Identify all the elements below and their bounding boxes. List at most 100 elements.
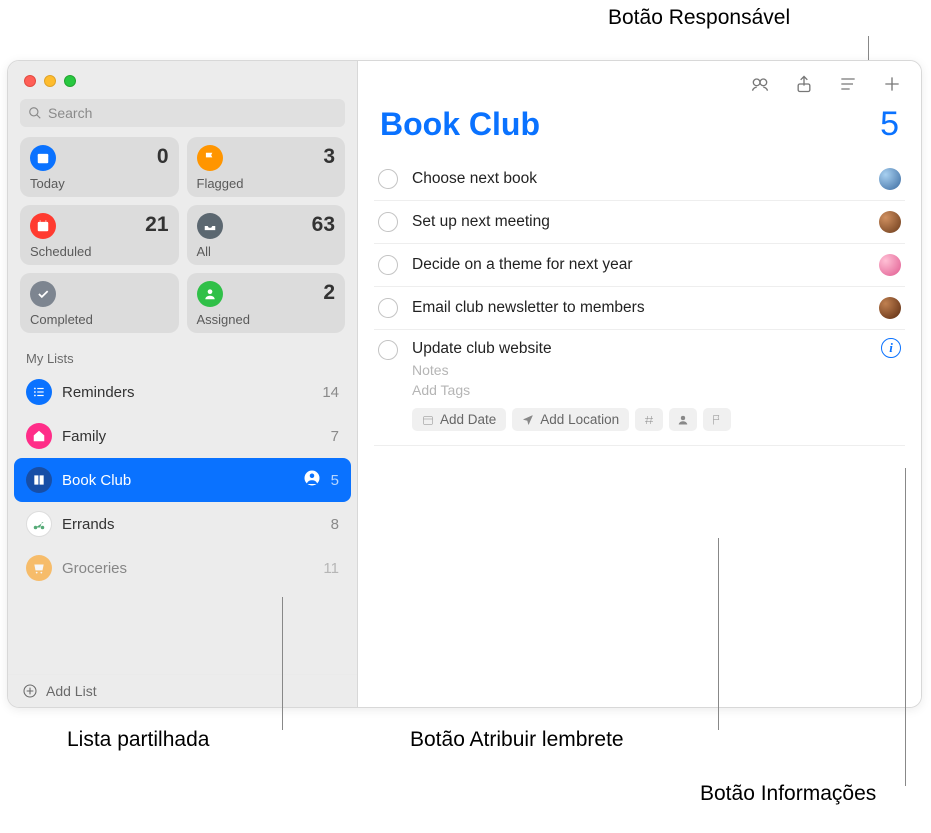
list-header: Book Club 5 <box>358 99 921 158</box>
search-placeholder: Search <box>48 105 92 121</box>
notes-input[interactable]: Notes <box>412 362 901 378</box>
tags-input[interactable]: Add Tags <box>412 382 901 398</box>
check-icon <box>30 281 56 307</box>
add-date-button[interactable]: Add Date <box>412 408 506 431</box>
card-count: 21 <box>145 213 168 237</box>
assignee-avatar[interactable] <box>879 254 901 276</box>
card-today[interactable]: 0 Today <box>20 137 179 197</box>
item-title: Email club newsletter to members <box>412 299 871 317</box>
sidebar-item-groceries[interactable]: Groceries 11 <box>8 546 357 590</box>
quick-actions: Add Date Add Location <box>412 408 901 431</box>
reminder-item-expanded[interactable]: Update club website Notes Add Tags Add D… <box>374 330 905 446</box>
close-window-button[interactable] <box>24 75 36 87</box>
card-label: Today <box>30 176 169 191</box>
complete-toggle[interactable] <box>378 298 398 318</box>
card-flagged[interactable]: 3 Flagged <box>187 137 346 197</box>
reminder-item[interactable]: Choose next book <box>374 158 905 201</box>
card-label: Flagged <box>197 176 336 191</box>
callout-shared-list: Lista partilhada <box>67 728 209 752</box>
view-options-button[interactable] <box>837 73 859 95</box>
card-scheduled[interactable]: 21 Scheduled <box>20 205 179 265</box>
calendar-icon <box>30 145 56 171</box>
sidebar-item-family[interactable]: Family 7 <box>8 414 357 458</box>
assignee-avatar[interactable] <box>879 168 901 190</box>
add-location-button[interactable]: Add Location <box>512 408 629 431</box>
smart-list-cards: 0 Today 3 Flagged <box>8 137 357 341</box>
item-title: Decide on a theme for next year <box>412 256 871 274</box>
list-title: Book Club <box>380 106 540 143</box>
add-list-button[interactable]: Add List <box>8 674 357 707</box>
chip-label: Add Date <box>440 412 496 427</box>
flag-button[interactable] <box>703 408 731 431</box>
reminder-item[interactable]: Decide on a theme for next year <box>374 244 905 287</box>
add-reminder-button[interactable] <box>881 73 903 95</box>
sidebar: Search 0 Today 3 <box>8 61 358 707</box>
sidebar-item-label: Book Club <box>62 472 303 489</box>
sidebar-item-label: Family <box>62 428 331 445</box>
complete-toggle[interactable] <box>378 212 398 232</box>
assignee-avatar[interactable] <box>879 297 901 319</box>
reminder-items: Choose next book Set up next meeting Dec… <box>358 158 921 707</box>
card-all[interactable]: 63 All <box>187 205 346 265</box>
calendar-icon <box>422 414 434 426</box>
minimize-window-button[interactable] <box>44 75 56 87</box>
card-label: Scheduled <box>30 244 169 259</box>
list-count: 5 <box>880 105 899 144</box>
sidebar-item-book-club[interactable]: Book Club 5 <box>14 458 351 502</box>
add-tag-button[interactable] <box>635 408 663 431</box>
app-window: Search 0 Today 3 <box>7 60 922 708</box>
sidebar-item-errands[interactable]: Errands 8 <box>8 502 357 546</box>
home-icon <box>26 423 52 449</box>
sidebar-item-count: 11 <box>323 560 339 577</box>
shared-icon <box>303 469 321 491</box>
sidebar-item-reminders[interactable]: Reminders 14 <box>8 370 357 414</box>
book-icon <box>26 467 52 493</box>
callout-line <box>282 597 283 730</box>
card-completed[interactable]: Completed <box>20 273 179 333</box>
complete-toggle[interactable] <box>378 340 398 360</box>
callout-assignee-button: Botão Responsável <box>608 6 790 30</box>
item-title: Update club website <box>412 340 901 358</box>
reminder-item[interactable]: Set up next meeting <box>374 201 905 244</box>
sidebar-item-label: Errands <box>62 516 331 533</box>
list-icon <box>26 379 52 405</box>
card-count: 3 <box>323 145 335 169</box>
sidebar-lists: Reminders 14 Family 7 Book Club 5 <box>8 370 357 674</box>
scooter-icon <box>26 511 52 537</box>
sidebar-item-label: Reminders <box>62 384 322 401</box>
assignee-avatar[interactable] <box>879 211 901 233</box>
flag-icon <box>711 414 723 426</box>
section-header-my-lists: My Lists <box>8 341 357 370</box>
window-controls <box>8 61 357 97</box>
card-count: 63 <box>312 213 335 237</box>
plus-icon <box>882 74 902 94</box>
card-label: Assigned <box>197 312 336 327</box>
maximize-window-button[interactable] <box>64 75 76 87</box>
share-button[interactable] <box>793 73 815 95</box>
card-assigned[interactable]: 2 Assigned <box>187 273 346 333</box>
complete-toggle[interactable] <box>378 169 398 189</box>
chip-label: Add Location <box>540 412 619 427</box>
sidebar-item-count: 8 <box>331 516 339 533</box>
reminder-item[interactable]: Email club newsletter to members <box>374 287 905 330</box>
item-title: Choose next book <box>412 170 871 188</box>
location-icon <box>522 414 534 426</box>
person-icon <box>197 281 223 307</box>
flag-icon <box>197 145 223 171</box>
hash-icon <box>643 414 655 426</box>
collaborate-icon <box>750 74 770 94</box>
search-input[interactable]: Search <box>20 99 345 127</box>
add-list-label: Add List <box>46 683 97 699</box>
assign-button[interactable] <box>669 408 697 431</box>
info-button[interactable]: i <box>881 338 901 358</box>
plus-circle-icon <box>22 683 38 699</box>
search-icon <box>28 106 42 120</box>
person-icon <box>677 414 689 426</box>
collaborate-button[interactable] <box>749 73 771 95</box>
complete-toggle[interactable] <box>378 255 398 275</box>
tray-icon <box>197 213 223 239</box>
callout-info-button: Botão Informações <box>700 782 876 806</box>
list-view-icon <box>838 74 858 94</box>
share-icon <box>794 74 814 94</box>
callout-assign-button: Botão Atribuir lembrete <box>410 728 624 752</box>
